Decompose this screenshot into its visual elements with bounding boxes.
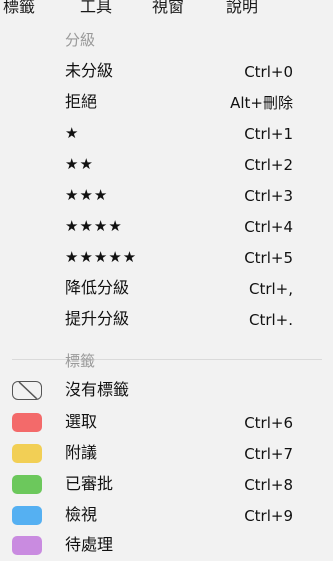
label-section-header: 標籤 [65, 352, 96, 370]
yellow-label-swatch-icon [12, 444, 42, 463]
no-label-icon [12, 381, 42, 400]
menu-item-rating-1[interactable]: ★ Ctrl+1 [0, 118, 333, 149]
menu-item-label-pending[interactable]: 待處理 [0, 530, 333, 561]
shortcut-label: Ctrl+1 [244, 125, 293, 143]
menu-window[interactable]: 視窗 [152, 0, 184, 17]
shortcut-label: Ctrl+4 [244, 218, 293, 236]
menu-item-label-second[interactable]: 附議 Ctrl+7 [0, 438, 333, 469]
menu-item-label-approved[interactable]: 已審批 Ctrl+8 [0, 469, 333, 500]
menu-item-label: ★★ [65, 155, 94, 173]
menu-item-reject[interactable]: 拒絕 Alt+刪除 [0, 87, 333, 118]
menu-item-label: 降低分級 [65, 278, 130, 297]
menu-item-label: 未分級 [65, 61, 114, 80]
menu-item-decrease-rating[interactable]: 降低分級 Ctrl+, [0, 273, 333, 304]
menu-item-no-label[interactable]: 沒有標籤 [0, 375, 333, 406]
menu-item-rating-4[interactable]: ★★★★ Ctrl+4 [0, 211, 333, 242]
menu-item-increase-rating[interactable]: 提升分級 Ctrl+. [0, 304, 333, 335]
red-label-swatch-icon [12, 413, 42, 432]
shortcut-label: Ctrl+7 [244, 445, 293, 463]
menu-item-label: 選取 [65, 412, 98, 431]
menu-item-label: 已審批 [65, 474, 114, 493]
shortcut-label: Ctrl+6 [244, 414, 293, 432]
menu-item-label: 沒有標籤 [65, 380, 130, 399]
menu-help[interactable]: 說明 [226, 0, 258, 17]
menu-item-label: ★ [65, 124, 80, 142]
menu-item-rating-5[interactable]: ★★★★★ Ctrl+5 [0, 242, 333, 273]
menu-item-rating-3[interactable]: ★★★ Ctrl+3 [0, 180, 333, 211]
menu-item-unrated[interactable]: 未分級 Ctrl+0 [0, 56, 333, 87]
shortcut-label: Ctrl+. [248, 311, 293, 329]
menu-item-label: ★★★★★ [65, 248, 138, 266]
menu-divider [12, 359, 322, 360]
purple-label-swatch-icon [12, 536, 42, 555]
menu-bar: 標籤 工具 視窗 說明 [0, 0, 333, 20]
shortcut-label: Ctrl+0 [244, 63, 293, 81]
menu-item-label: ★★★★ [65, 217, 123, 235]
green-label-swatch-icon [12, 475, 42, 494]
shortcut-label: Ctrl+5 [244, 249, 293, 267]
shortcut-label: Ctrl+, [248, 280, 293, 298]
menu-item-label-review[interactable]: 檢視 Ctrl+9 [0, 500, 333, 531]
rating-section-header: 分級 [65, 31, 96, 49]
menu-item-label: 附議 [65, 443, 98, 462]
labels-dropdown-menu: 分級 未分級 Ctrl+0 拒絕 Alt+刪除 ★ Ctrl+1 ★★ Ctrl… [0, 20, 333, 559]
menu-item-label: 待處理 [65, 535, 114, 554]
menu-item-rating-2[interactable]: ★★ Ctrl+2 [0, 149, 333, 180]
menu-item-label: 檢視 [65, 505, 98, 524]
blue-label-swatch-icon [12, 506, 42, 525]
menu-item-label-select[interactable]: 選取 Ctrl+6 [0, 407, 333, 438]
menu-tools[interactable]: 工具 [80, 0, 112, 17]
shortcut-label: Ctrl+9 [244, 507, 293, 525]
menu-labels[interactable]: 標籤 [3, 0, 35, 17]
shortcut-label: Ctrl+2 [244, 156, 293, 174]
menu-item-label: ★★★ [65, 186, 109, 204]
shortcut-label: Ctrl+8 [244, 476, 293, 494]
shortcut-label: Alt+刪除 [230, 94, 293, 112]
shortcut-label: Ctrl+3 [244, 187, 293, 205]
menu-item-label: 拒絕 [65, 92, 98, 111]
menu-item-label: 提升分級 [65, 309, 130, 328]
